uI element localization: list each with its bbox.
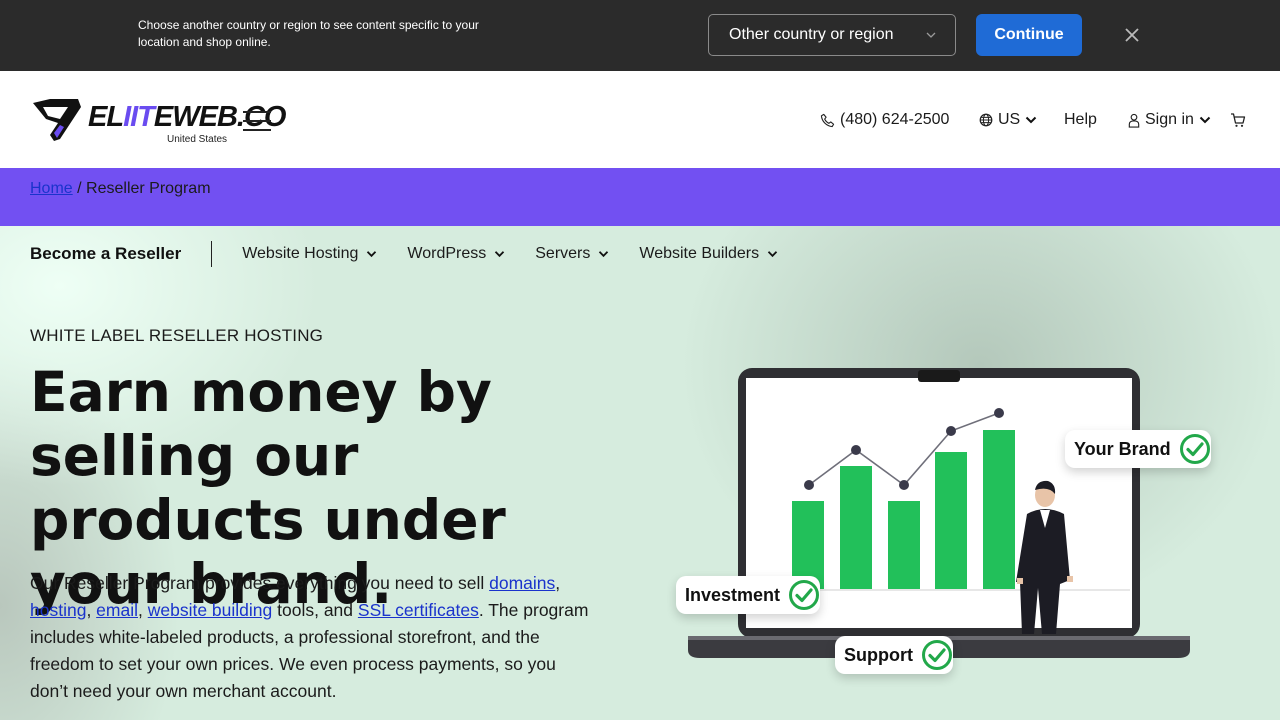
close-icon[interactable] (1122, 25, 1142, 45)
breadcrumb: Home / Reseller Program (30, 180, 211, 198)
subnav-wordpress-label: WordPress (407, 245, 487, 262)
support-badge-label: Support (844, 644, 913, 665)
country-banner-message: Choose another country or region to see … (138, 18, 479, 49)
investment-badge-label: Investment (685, 584, 781, 605)
ssl-certificates-link[interactable]: SSL certificates (358, 600, 479, 620)
subnav-servers-label: Servers (535, 245, 591, 262)
phone-icon (820, 113, 835, 127)
email-link[interactable]: email (96, 600, 138, 620)
region-label: US (998, 111, 1021, 128)
chart-point (994, 408, 1004, 418)
chevron-down-icon (1026, 116, 1037, 124)
hero-description: Our Reseller Program provides everything… (30, 573, 589, 701)
checkmark-icon (1179, 434, 1210, 464)
globe-icon (979, 113, 993, 127)
chart-bar (888, 501, 920, 589)
subnav-website-builders-label: Website Builders (639, 245, 760, 262)
laptop-growth-illustration (688, 368, 1190, 658)
country-banner: Choose another country or region to see … (0, 0, 1280, 71)
chart-point (804, 480, 814, 490)
chevron-down-icon (495, 251, 505, 258)
chevron-down-icon (768, 251, 778, 258)
sign-in-label: Sign in (1145, 111, 1194, 128)
subnav-title[interactable]: Become a Reseller (30, 241, 213, 267)
hero-section: Become a Reseller Website Hosting WordPr… (0, 226, 1280, 720)
checkmark-icon (922, 640, 952, 670)
chevron-down-icon (599, 251, 609, 258)
your-brand-badge: Your Brand (1065, 430, 1211, 468)
country-select-value: Other country or region (729, 26, 894, 43)
hero-eyebrow: WHITE LABEL RESELLER HOSTING (30, 326, 324, 345)
chart-bar (840, 466, 872, 589)
chevron-down-icon (367, 251, 377, 258)
cart-icon (1231, 113, 1246, 127)
logo[interactable]: ELIITEWEB.CO United States (30, 97, 286, 145)
continue-button[interactable]: Continue (976, 14, 1082, 56)
website-building-link[interactable]: website building (148, 600, 273, 620)
subnav-website-hosting-label: Website Hosting (242, 245, 359, 262)
investment-badge: Investment (676, 576, 821, 614)
phone-link[interactable]: (480) 624-2500 (820, 109, 949, 131)
logo-region-label: United States (167, 134, 228, 145)
your-brand-badge-label: Your Brand (1074, 438, 1171, 459)
chart-point (851, 445, 861, 455)
user-icon (1128, 113, 1140, 128)
chevron-down-icon (926, 32, 936, 38)
breadcrumb-home-link[interactable]: Home (30, 180, 73, 197)
cart-button[interactable] (1230, 109, 1246, 131)
chart-point (899, 480, 909, 490)
hosting-link[interactable]: hosting (30, 600, 86, 620)
breadcrumb-current: Reseller Program (86, 180, 211, 197)
subnav-website-builders[interactable]: Website Builders (639, 245, 778, 263)
phone-number: (480) 624-2500 (840, 111, 950, 128)
domains-link[interactable]: domains (489, 573, 555, 593)
menu-icon[interactable] (243, 111, 271, 131)
chart-point (946, 426, 956, 436)
site-header: ELIITEWEB.CO United States (480) 624-250… (0, 71, 1280, 168)
sub-navigation: Become a Reseller Website Hosting WordPr… (30, 240, 778, 268)
hero-illustration: Investment Your Brand Support (670, 338, 1230, 688)
subnav-servers[interactable]: Servers (535, 245, 609, 263)
country-select[interactable]: Other country or region (708, 14, 956, 56)
checkmark-icon (789, 580, 820, 610)
support-badge: Support (835, 636, 953, 674)
subnav-wordpress[interactable]: WordPress (407, 245, 505, 263)
subnav-website-hosting[interactable]: Website Hosting (242, 245, 377, 263)
logo-mark-icon (33, 99, 81, 141)
sign-in-menu[interactable]: Sign in (1128, 109, 1211, 131)
breadcrumb-bar: Home / Reseller Program (0, 168, 1280, 226)
chart-bar (935, 452, 967, 589)
region-selector[interactable]: US (979, 109, 1037, 131)
help-link[interactable]: Help (1064, 109, 1097, 131)
chevron-down-icon (1199, 116, 1211, 124)
breadcrumb-separator: / (77, 180, 82, 197)
chart-bar (983, 430, 1015, 589)
